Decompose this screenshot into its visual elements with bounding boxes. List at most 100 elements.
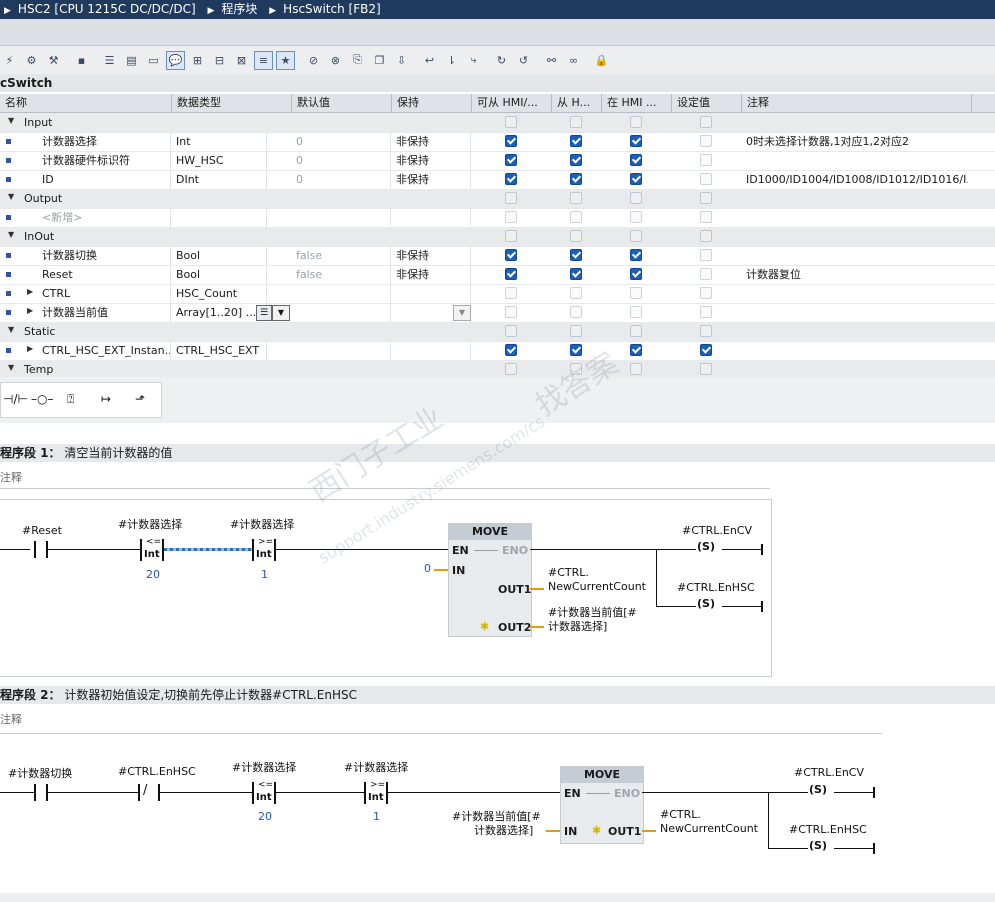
cmp2-value[interactable]: 1 — [261, 568, 268, 581]
close-branch-icon[interactable]: ⬏ — [135, 392, 145, 406]
table-row[interactable]: 计数器选择 Int 0 非保持 0时未选择计数器,1对应1,2对应2 — [0, 132, 995, 152]
checkbox-c1[interactable] — [505, 135, 517, 147]
compare-icon[interactable]: ⎘ — [348, 51, 367, 70]
var-retain[interactable] — [396, 341, 471, 360]
network-comment-icon[interactable]: ≡ — [254, 50, 273, 70]
expand-triangle-icon[interactable]: ▶ — [27, 306, 33, 315]
next-error-icon[interactable]: ⊗ — [326, 51, 345, 70]
var-datatype[interactable]: HSC_Count — [176, 284, 267, 303]
jump-icon[interactable]: ↻ — [492, 51, 511, 70]
var-name[interactable]: 计数器选择 — [42, 132, 171, 151]
checkbox-sp[interactable] — [700, 268, 712, 280]
var-datatype[interactable]: Array[1..20] ... — [176, 303, 267, 322]
breadcrumb-device[interactable]: HSC2 [CPU 1215C DC/DC/DC] — [18, 2, 196, 16]
table-section-row[interactable]: ▼ Static — [0, 322, 995, 342]
checkbox-c2[interactable] — [570, 363, 582, 375]
checkbox-c3[interactable] — [630, 287, 642, 299]
checkbox-sp[interactable] — [700, 154, 712, 166]
var-comment[interactable] — [746, 341, 968, 360]
set-coil-1[interactable]: (S) — [697, 540, 715, 553]
checkbox-c3[interactable] — [630, 173, 642, 185]
n2-cmp1-value[interactable]: 20 — [258, 810, 272, 823]
coil2-tag[interactable]: #CTRL.EnHSC — [677, 581, 755, 594]
checkbox-c1[interactable] — [505, 230, 517, 242]
breadcrumb-folder[interactable]: 程序块 — [221, 2, 257, 16]
coil-icon[interactable]: –○– — [31, 392, 53, 406]
checkbox-sp[interactable] — [700, 230, 712, 242]
insert-row-icon[interactable]: ⚡ — [0, 51, 19, 70]
checkbox-sp[interactable] — [700, 116, 712, 128]
var-name[interactable]: 计数器当前值 — [42, 303, 171, 322]
var-comment[interactable] — [746, 208, 968, 227]
window-icon[interactable]: ▤ — [122, 51, 141, 70]
n2-cmp2-value[interactable]: 1 — [373, 810, 380, 823]
list-view-icon[interactable]: ☰ — [100, 51, 119, 70]
var-name[interactable]: Reset — [42, 265, 171, 284]
network-open-icon[interactable]: ⊟ — [210, 51, 229, 70]
collapse-triangle-icon[interactable]: ▼ — [8, 363, 14, 372]
checkbox-sp[interactable] — [700, 135, 712, 147]
network-1-header[interactable]: 程序段 1： 清空当前计数器的值 — [0, 444, 995, 462]
checkbox-c1[interactable] — [505, 154, 517, 166]
table-row[interactable]: ID DInt 0 非保持 ID1000/ID1004/ID1008/ID1012/ID… — [0, 170, 995, 190]
checkbox-c2[interactable] — [570, 325, 582, 337]
var-datatype[interactable]: DInt — [176, 170, 267, 189]
n2-coil1-tag[interactable]: #CTRL.EnCV — [794, 766, 864, 779]
absolute-icon[interactable]: ⊞ — [188, 51, 207, 70]
n2-coil2-tag[interactable]: #CTRL.EnHSC — [789, 823, 867, 836]
col-hmi-access[interactable]: 可从 HMI/... — [472, 94, 552, 112]
favorites-icon[interactable]: ★ — [276, 50, 295, 70]
checkbox-c1[interactable] — [505, 173, 517, 185]
comment-icon[interactable]: 💬 — [166, 50, 185, 70]
col-hmi-visible[interactable]: 在 HMI ... — [602, 94, 672, 112]
var-default[interactable] — [296, 284, 391, 303]
selected-wire[interactable] — [164, 548, 252, 551]
checkbox-c3[interactable] — [630, 230, 642, 242]
network-1-comment[interactable]: 注释 — [0, 469, 22, 487]
checkbox-c2[interactable] — [570, 116, 582, 128]
var-default[interactable] — [296, 341, 391, 360]
cmp2-tag[interactable]: #计数器选择 — [230, 516, 294, 532]
checkbox-c3[interactable] — [630, 344, 642, 356]
checkbox-c2[interactable] — [570, 230, 582, 242]
open-branch-icon[interactable]: ↦ — [101, 392, 111, 406]
table-row[interactable]: 计数器切换 Bool false 非保持 — [0, 246, 995, 266]
checkbox-c1[interactable] — [505, 363, 517, 375]
checkbox-c2[interactable] — [570, 344, 582, 356]
retain-dropdown-icon[interactable]: ▼ — [453, 305, 471, 321]
var-comment[interactable]: 计数器复位 — [746, 265, 968, 284]
set-coil-2[interactable]: (S) — [697, 597, 715, 610]
var-default[interactable] — [296, 303, 391, 322]
block-props-icon[interactable]: ⚒ — [44, 51, 63, 70]
checkbox-c3[interactable] — [630, 135, 642, 147]
checkbox-c2[interactable] — [570, 268, 582, 280]
checkbox-sp[interactable] — [700, 344, 712, 356]
dropdown-arrow-icon[interactable]: ▼ — [272, 305, 290, 321]
checkbox-sp[interactable] — [700, 173, 712, 185]
switch-contact-tag[interactable]: #计数器切换 — [8, 765, 72, 781]
checkbox-c1[interactable] — [505, 116, 517, 128]
var-comment[interactable] — [746, 303, 968, 322]
network-close-icon[interactable]: ⊠ — [232, 51, 251, 70]
n2-set-coil-1[interactable]: (S) — [809, 783, 827, 796]
var-comment[interactable] — [746, 284, 968, 303]
dash-list-icon[interactable]: ▭ — [144, 51, 163, 70]
nc-contact-icon[interactable]: ⊣/⊢ — [3, 392, 28, 406]
connection-icon[interactable]: ⚯ — [542, 51, 561, 70]
network-2-title[interactable]: 计数器初始值设定,切换前先停止计数器#CTRL.EnHSC — [64, 688, 357, 702]
checkbox-c1[interactable] — [505, 268, 517, 280]
checkbox-sp[interactable] — [700, 325, 712, 337]
var-datatype[interactable]: Int — [176, 132, 267, 151]
var-retain[interactable]: 非保持 — [396, 170, 471, 189]
table-section-row[interactable]: ▼ InOut — [0, 227, 995, 247]
checkbox-c1[interactable] — [505, 287, 517, 299]
checkbox-c1[interactable] — [505, 306, 517, 318]
var-default[interactable]: false — [296, 246, 391, 265]
var-comment[interactable] — [746, 151, 968, 170]
checkbox-c2[interactable] — [570, 192, 582, 204]
download-icon[interactable]: ⇩ — [392, 51, 411, 70]
checkbox-sp[interactable] — [700, 192, 712, 204]
checkbox-sp[interactable] — [700, 306, 712, 318]
table-row[interactable]: ▶ CTRL HSC_Count — [0, 284, 995, 304]
collapse-triangle-icon[interactable]: ▼ — [8, 116, 14, 125]
